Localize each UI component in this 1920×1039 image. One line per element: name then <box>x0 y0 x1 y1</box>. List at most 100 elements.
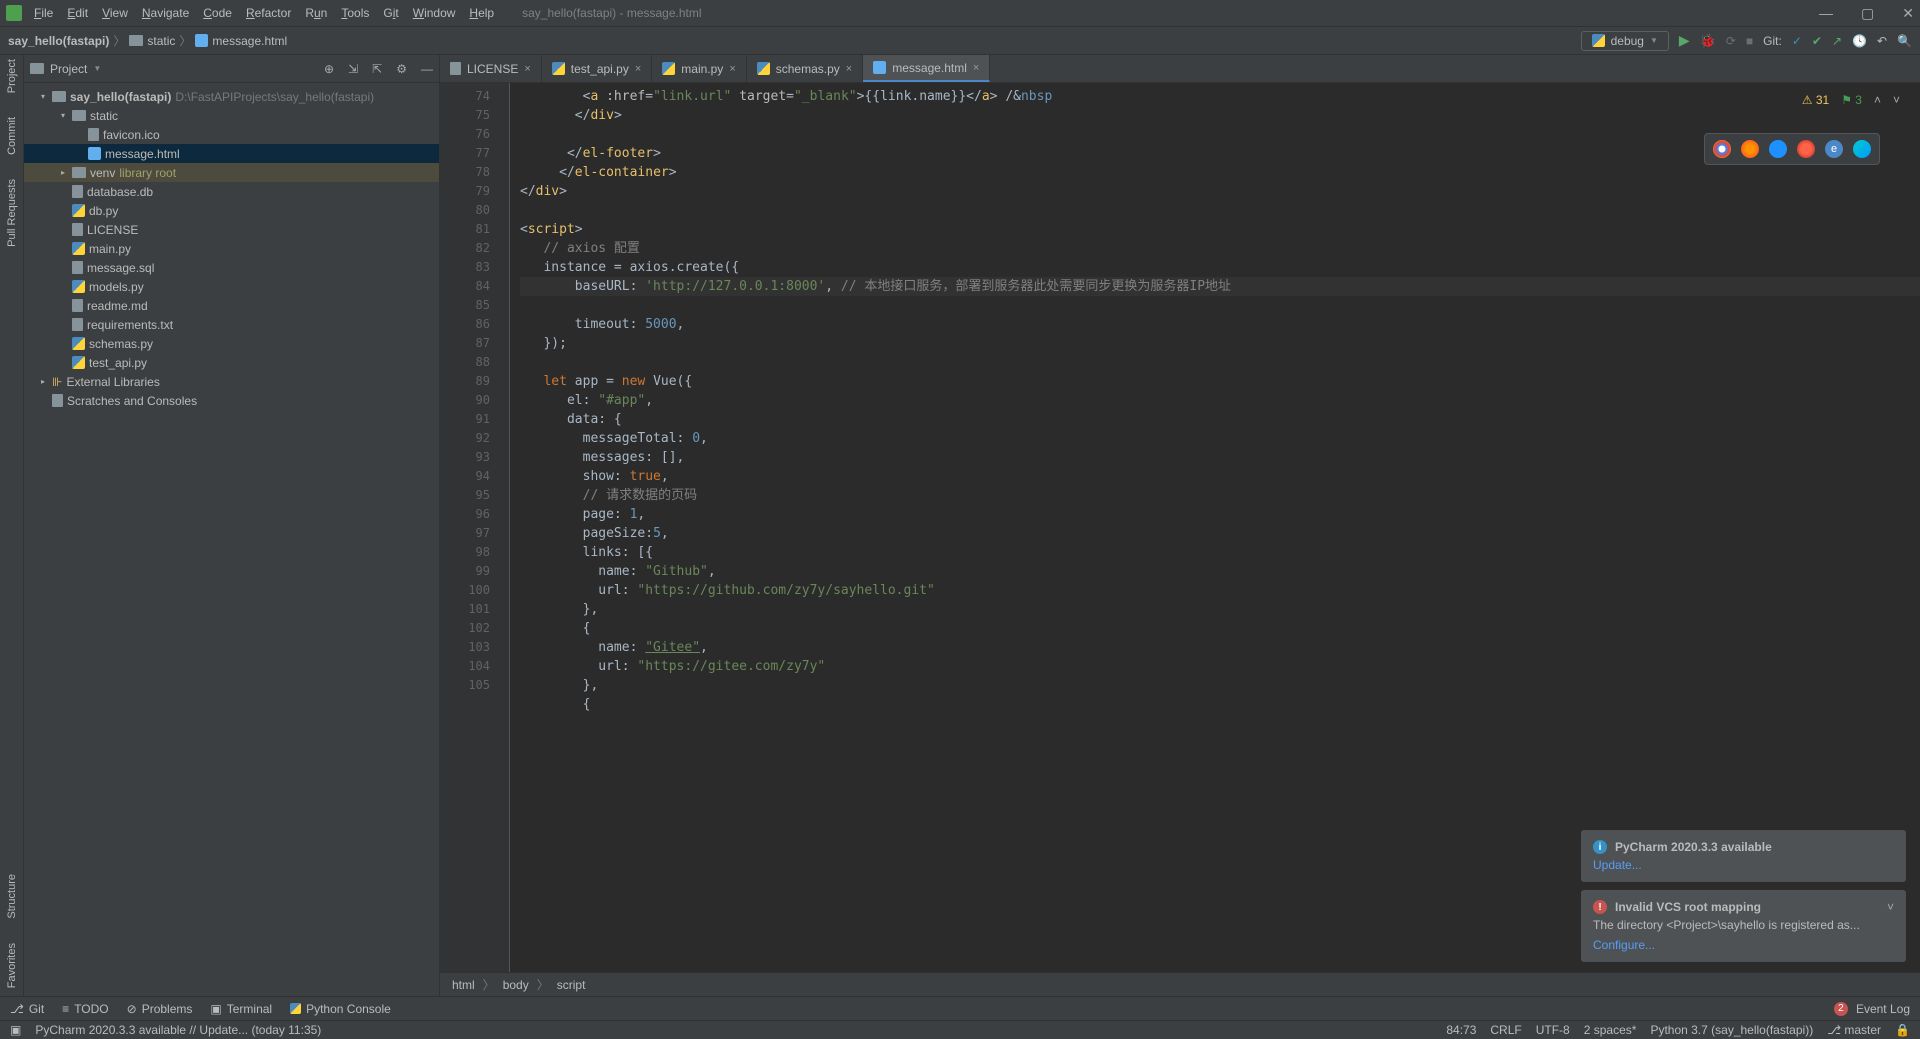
indent[interactable]: 2 spaces* <box>1584 1023 1637 1037</box>
select-opened-file-icon[interactable]: ⊕ <box>324 62 334 76</box>
close-button[interactable]: ✕ <box>1902 5 1914 22</box>
tree-file[interactable]: readme.md <box>24 296 439 315</box>
tool-git[interactable]: ⎇Git <box>10 1002 44 1016</box>
tab-main[interactable]: main.py× <box>652 55 746 82</box>
bc-script[interactable]: script <box>557 978 586 992</box>
warnings-count[interactable]: ⚠ 31 <box>1802 93 1829 107</box>
run-config-selector[interactable]: debug ▼ <box>1581 31 1669 51</box>
opera-icon[interactable] <box>1797 140 1815 158</box>
interpreter[interactable]: Python 3.7 (say_hello(fastapi)) <box>1650 1023 1813 1037</box>
search-button[interactable]: 🔍 <box>1897 34 1912 48</box>
tree-message-html[interactable]: message.html <box>24 144 439 163</box>
weak-warnings-count[interactable]: ⚑ 3 <box>1841 93 1862 107</box>
chevron-down-icon[interactable]: ▼ <box>93 64 101 73</box>
stop-button[interactable]: ■ <box>1746 34 1753 48</box>
edge-icon[interactable] <box>1853 140 1871 158</box>
git-history-button[interactable]: 🕓 <box>1852 34 1867 48</box>
minimize-button[interactable]: — <box>1819 5 1833 22</box>
safari-icon[interactable] <box>1769 140 1787 158</box>
tool-commit[interactable]: Commit <box>6 117 18 155</box>
tool-pull-requests[interactable]: Pull Requests <box>6 179 18 247</box>
project-panel: Project ▼ ⊕ ⇲ ⇱ ⚙ — ▾ say_hello(fastapi)… <box>24 55 440 996</box>
cursor-position[interactable]: 84:73 <box>1446 1023 1476 1037</box>
collapse-all-icon[interactable]: ⇱ <box>372 62 382 76</box>
expand-all-icon[interactable]: ⇲ <box>348 62 358 76</box>
tool-terminal[interactable]: ▣Terminal <box>210 1002 272 1016</box>
tool-python-console[interactable]: Python Console <box>290 1002 391 1016</box>
bc-html[interactable]: html <box>452 978 475 992</box>
git-commit-button[interactable]: ✔ <box>1812 34 1822 48</box>
menu-view[interactable]: View <box>102 6 128 20</box>
tree-external-libs[interactable]: ▸⊪External Libraries <box>24 372 439 391</box>
firefox-icon[interactable] <box>1741 140 1759 158</box>
configure-link[interactable]: Configure... <box>1593 938 1655 952</box>
tool-problems[interactable]: ⊘Problems <box>127 1002 193 1016</box>
lock-icon[interactable]: 🔒 <box>1895 1023 1910 1037</box>
tree-file[interactable]: test_api.py <box>24 353 439 372</box>
next-problem[interactable]: ˅ <box>1893 93 1900 107</box>
close-icon[interactable]: × <box>635 63 641 75</box>
encoding[interactable]: UTF-8 <box>1536 1023 1570 1037</box>
tree-file[interactable]: main.py <box>24 239 439 258</box>
git-push-button[interactable]: ↗ <box>1832 34 1842 48</box>
maximize-button[interactable]: ▢ <box>1861 5 1874 22</box>
tree-file[interactable]: requirements.txt <box>24 315 439 334</box>
tool-project[interactable]: Project <box>6 59 18 93</box>
update-link[interactable]: Update... <box>1593 858 1642 872</box>
tool-todo[interactable]: ≡TODO <box>62 1002 108 1016</box>
breadcrumb-folder[interactable]: static <box>147 34 175 48</box>
tree-file[interactable]: message.sql <box>24 258 439 277</box>
menu-tools[interactable]: Tools <box>341 6 369 20</box>
tab-message-html[interactable]: message.html× <box>863 55 990 82</box>
project-title[interactable]: Project <box>50 62 87 76</box>
ie-icon[interactable]: e <box>1825 140 1843 158</box>
breadcrumb-file[interactable]: message.html <box>212 34 287 48</box>
git-update-button[interactable]: ✓ <box>1792 34 1802 48</box>
tree-scratches[interactable]: Scratches and Consoles <box>24 391 439 410</box>
menu-run[interactable]: Run <box>305 6 327 20</box>
menu-git[interactable]: Git <box>383 6 398 20</box>
status-message: PyCharm 2020.3.3 available // Update... … <box>35 1023 321 1037</box>
menu-file[interactable]: File <box>34 6 53 20</box>
tool-favorites[interactable]: Favorites <box>6 943 18 988</box>
breadcrumb-root[interactable]: say_hello(fastapi) <box>8 34 109 48</box>
tree-file[interactable]: database.db <box>24 182 439 201</box>
run-button[interactable]: ▶ <box>1679 32 1690 49</box>
expand-icon[interactable]: ˅ <box>1887 900 1894 914</box>
tree-venv[interactable]: ▸venvlibrary root <box>24 163 439 182</box>
prev-problem[interactable]: ˄ <box>1874 93 1881 107</box>
tree-file[interactable]: models.py <box>24 277 439 296</box>
tab-license[interactable]: LICENSE× <box>440 55 542 82</box>
tree-file[interactable]: db.py <box>24 201 439 220</box>
git-rollback-button[interactable]: ↶ <box>1877 34 1887 48</box>
tab-schemas[interactable]: schemas.py× <box>747 55 863 82</box>
line-separator[interactable]: CRLF <box>1490 1023 1521 1037</box>
hide-panel-icon[interactable]: — <box>421 62 433 76</box>
close-icon[interactable]: × <box>729 63 735 75</box>
tool-structure[interactable]: Structure <box>6 874 18 919</box>
close-icon[interactable]: × <box>973 62 979 74</box>
tree-file[interactable]: schemas.py <box>24 334 439 353</box>
coverage-button[interactable]: ⟳ <box>1726 34 1736 48</box>
tree-favicon[interactable]: favicon.ico <box>24 125 439 144</box>
menu-code[interactable]: Code <box>203 6 232 20</box>
menu-edit[interactable]: Edit <box>67 6 88 20</box>
close-icon[interactable]: × <box>524 63 530 75</box>
menu-window[interactable]: Window <box>413 6 456 20</box>
bc-body[interactable]: body <box>503 978 529 992</box>
tree-static[interactable]: ▾static <box>24 106 439 125</box>
menu-navigate[interactable]: Navigate <box>142 6 189 20</box>
editor-tabs: LICENSE× test_api.py× main.py× schemas.p… <box>440 55 1920 83</box>
close-icon[interactable]: × <box>846 63 852 75</box>
menu-help[interactable]: Help <box>469 6 494 20</box>
tool-event-log[interactable]: Event Log <box>1856 1002 1910 1016</box>
menu-refactor[interactable]: Refactor <box>246 6 291 20</box>
settings-icon[interactable]: ⚙ <box>396 62 407 76</box>
tree-file[interactable]: LICENSE <box>24 220 439 239</box>
tree-root[interactable]: ▾ say_hello(fastapi) D:\FastAPIProjects\… <box>24 87 439 106</box>
git-branch[interactable]: ⎇ master <box>1827 1023 1881 1037</box>
status-icon[interactable]: ▣ <box>10 1023 21 1037</box>
tab-test-api[interactable]: test_api.py× <box>542 55 652 82</box>
debug-button[interactable]: 🐞 <box>1700 33 1716 49</box>
chrome-icon[interactable] <box>1713 140 1731 158</box>
